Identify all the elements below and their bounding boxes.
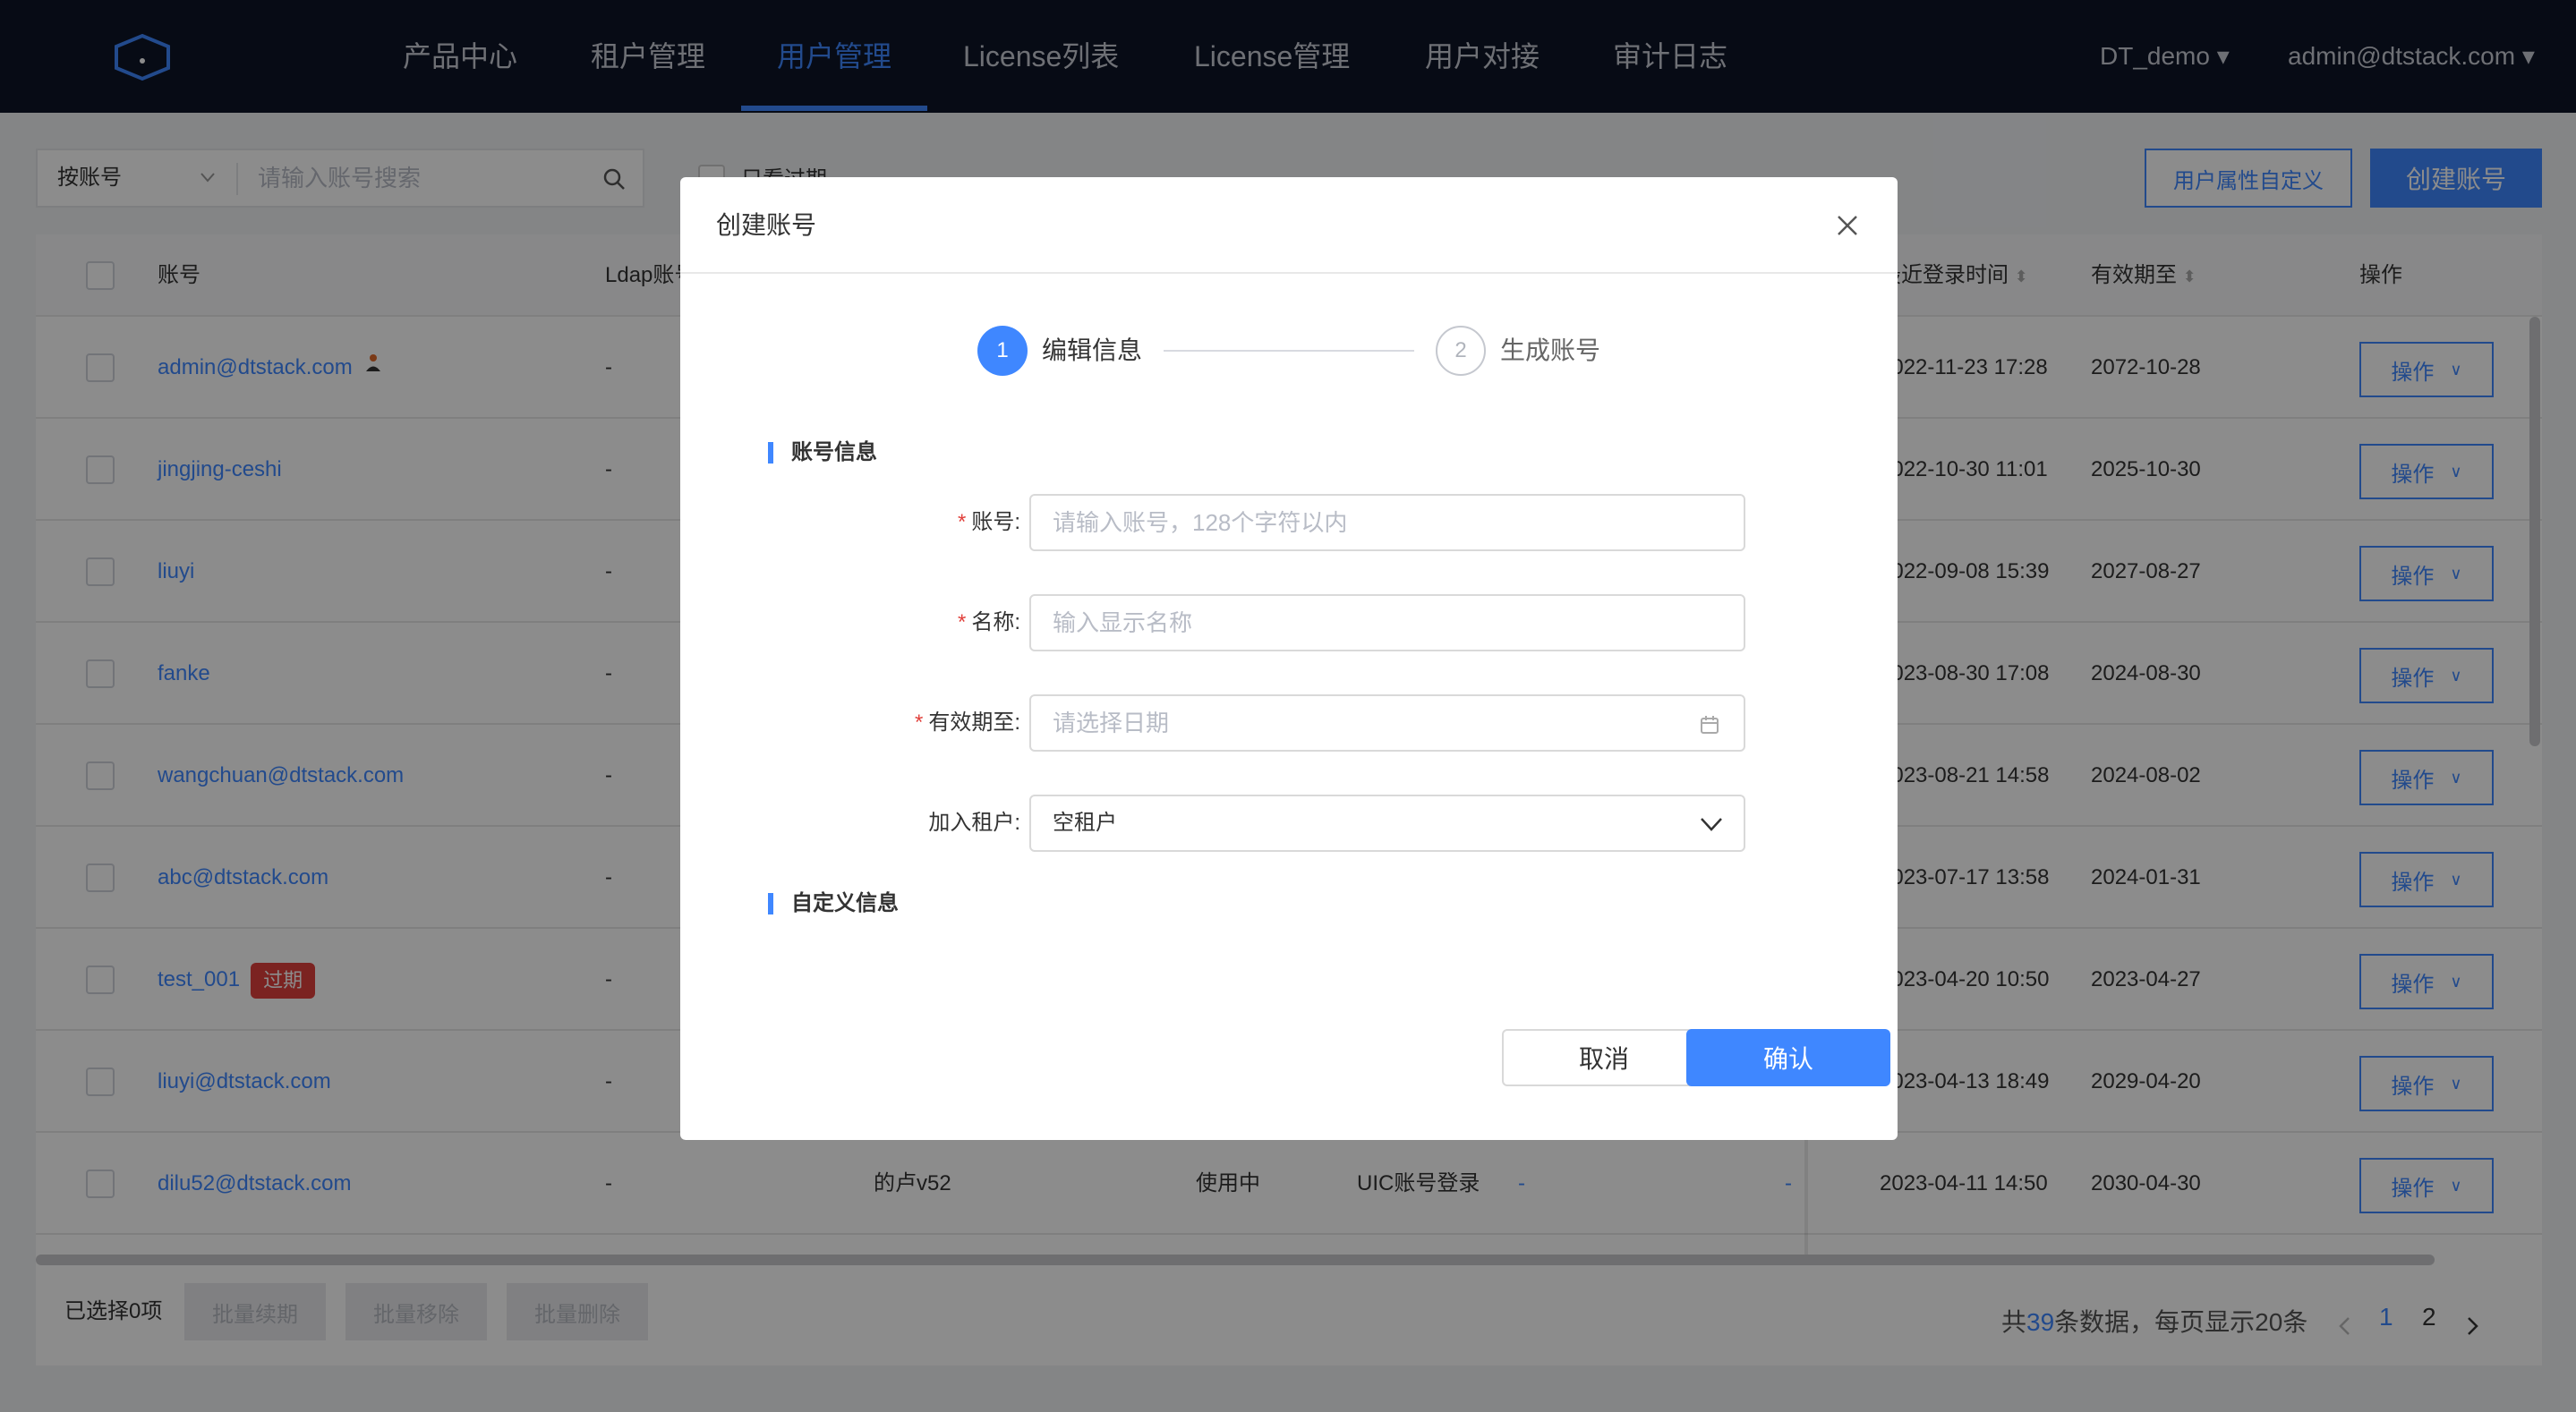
create-account-modal: 创建账号 1 编辑信息 2 生成账号 账号信息 *账号: *名称: *有效期至:… (680, 177, 1898, 1140)
chevron-down-icon (1701, 818, 1722, 831)
section-marker (768, 442, 773, 464)
close-icon[interactable] (1835, 213, 1860, 238)
account-label-text: 账号: (971, 510, 1020, 534)
modal-title: 创建账号 (716, 211, 817, 239)
name-input[interactable] (1029, 594, 1745, 651)
name-label-text: 名称: (971, 610, 1020, 634)
section-custom-info: 自定义信息 (791, 891, 899, 915)
step-connector (1164, 350, 1414, 352)
step-2-indicator: 2 (1436, 326, 1486, 376)
tenant-field-label: 加入租户: (928, 811, 1020, 835)
step-2-label: 生成账号 (1500, 336, 1601, 364)
modal-header: 创建账号 (680, 177, 1898, 274)
confirm-button[interactable]: 确认 (1686, 1029, 1890, 1086)
tenant-select[interactable]: 空租户 (1029, 795, 1745, 852)
tenant-select-value: 空租户 (1053, 811, 1117, 835)
section-account-info: 账号信息 (791, 440, 877, 464)
required-mark: * (914, 710, 924, 735)
name-field-label: * 名称: (806, 594, 1020, 651)
expire-label-text: 有效期至: (928, 710, 1020, 735)
step-1-label: 编辑信息 (1042, 336, 1143, 364)
step-1-indicator: 1 (977, 326, 1028, 376)
calendar-icon[interactable] (1699, 714, 1720, 736)
account-input[interactable] (1029, 494, 1745, 551)
section-marker (768, 893, 773, 914)
expire-field-label: * 有效期至: (806, 694, 1020, 752)
expire-date-picker[interactable] (1029, 694, 1745, 752)
required-mark: * (957, 610, 967, 634)
required-mark: * (957, 510, 967, 534)
cancel-button[interactable]: 取消 (1502, 1029, 1706, 1086)
account-field-label: * 账号: (806, 494, 1020, 551)
